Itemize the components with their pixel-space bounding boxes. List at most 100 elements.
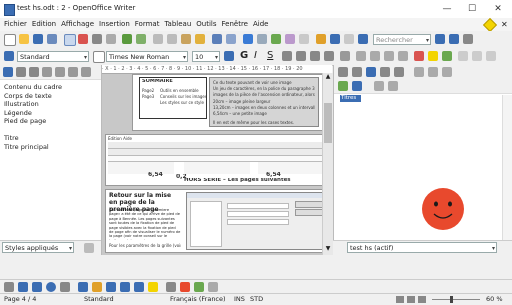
menu-item[interactable]: Outils	[196, 18, 216, 31]
new-style-icon[interactable]	[428, 67, 438, 77]
line-icon[interactable]	[18, 282, 28, 292]
warning-icon[interactable]	[482, 17, 498, 33]
paste-icon[interactable]	[181, 34, 191, 44]
extra-tool-2-icon[interactable]	[486, 51, 496, 61]
menu-item[interactable]: Tableau	[164, 18, 191, 31]
table-icon[interactable]	[257, 34, 267, 44]
justify-icon[interactable]	[324, 51, 334, 61]
style-type-4-icon[interactable]	[388, 81, 398, 91]
scroll-up-icon[interactable]: ▲	[324, 73, 332, 81]
styles-window-icon[interactable]	[4, 51, 14, 61]
points-icon[interactable]	[166, 282, 176, 292]
zoom-slider-handle[interactable]	[450, 296, 453, 303]
block-arrows-icon[interactable]	[106, 282, 116, 292]
menu-item[interactable]: Fenêtre	[222, 18, 248, 31]
extra-tool-icon[interactable]	[472, 51, 482, 61]
format-paintbrush-icon[interactable]	[195, 34, 205, 44]
search-input[interactable]: Rechercher ▾	[373, 34, 431, 45]
new-doc-icon[interactable]	[4, 34, 16, 46]
navigator-item[interactable]: Titre	[4, 134, 19, 142]
nav-heading-icon[interactable]	[68, 67, 78, 77]
navigator-item[interactable]: Titre principal	[4, 143, 49, 151]
style-type-3-icon[interactable]	[374, 81, 384, 91]
increase-indent-icon[interactable]	[398, 51, 408, 61]
export-pdf-icon[interactable]	[78, 34, 88, 44]
maximize-button[interactable]: ☐	[461, 2, 483, 16]
edit-file-icon[interactable]	[64, 34, 76, 46]
scroll-thumb[interactable]	[324, 103, 332, 143]
update-style-icon[interactable]	[442, 67, 452, 77]
rectangle-icon[interactable]	[32, 282, 42, 292]
menu-close-icon[interactable]: ✕	[501, 18, 508, 31]
list-styles-icon[interactable]	[394, 67, 404, 77]
close-button[interactable]: ✕	[487, 2, 509, 16]
style-type-2-icon[interactable]	[352, 81, 362, 91]
text-icon[interactable]	[60, 282, 70, 292]
minimize-button[interactable]: —	[436, 2, 458, 16]
align-center-icon[interactable]	[296, 51, 306, 61]
character-highlight-icon[interactable]	[428, 51, 438, 61]
decrease-indent-icon[interactable]	[384, 51, 394, 61]
help-icon[interactable]	[358, 34, 368, 44]
nav-up-icon[interactable]	[16, 67, 26, 77]
navigator-item[interactable]: Corps de texte	[4, 92, 52, 100]
document-selector[interactable]: test hs (actif) ▾	[347, 242, 497, 253]
frame-styles-icon[interactable]	[366, 67, 376, 77]
menu-item[interactable]: Format	[135, 18, 160, 31]
line-spacing-icon[interactable]	[340, 51, 350, 61]
navigator-item[interactable]: Contenu du cadre	[4, 83, 62, 91]
basic-shapes-icon[interactable]	[78, 282, 88, 292]
select-arrow-icon[interactable]	[4, 282, 14, 292]
nav-toggle-icon[interactable]	[3, 67, 13, 77]
document-scrollbar[interactable]: ▲ ▼	[322, 73, 333, 255]
find-replace-icon[interactable]	[316, 34, 326, 44]
print-preview-icon[interactable]	[106, 34, 116, 44]
menu-item[interactable]: Fichier	[4, 18, 27, 31]
find-next-icon[interactable]	[449, 34, 459, 44]
hyperlink-icon[interactable]	[243, 34, 253, 44]
nav-promote-icon[interactable]	[81, 67, 91, 77]
view-multi-icon[interactable]	[407, 296, 415, 303]
underline-button[interactable]: S	[267, 50, 273, 61]
stars-icon[interactable]	[148, 282, 158, 292]
align-right-icon[interactable]	[310, 51, 320, 61]
background-color-icon[interactable]	[442, 51, 452, 61]
symbol-shapes-icon[interactable]	[92, 282, 102, 292]
fontwork-icon[interactable]	[180, 282, 190, 292]
styles-panel-scrollbar[interactable]	[502, 95, 512, 255]
from-file-icon[interactable]	[194, 282, 204, 292]
page-styles-icon[interactable]	[380, 67, 390, 77]
navigator-icon[interactable]	[330, 34, 340, 44]
highlight-icon[interactable]	[414, 51, 424, 61]
navigator-item[interactable]: Légende	[4, 109, 32, 117]
copy-icon[interactable]	[167, 34, 177, 44]
redo-icon[interactable]	[226, 34, 236, 44]
font-name-select[interactable]: Times New Roman ▾	[106, 51, 188, 62]
style-type-icon[interactable]	[338, 81, 348, 91]
image-icon[interactable]	[271, 34, 281, 44]
scroll-down-icon[interactable]: ▼	[324, 245, 332, 253]
open-folder-icon[interactable]	[19, 34, 29, 44]
status-std[interactable]: STD	[250, 294, 263, 305]
show-draw-functions-icon[interactable]	[299, 34, 309, 44]
extrusion-icon[interactable]	[208, 282, 218, 292]
font-size-select[interactable]: 10 ▾	[192, 51, 220, 62]
view-book-icon[interactable]	[418, 296, 426, 303]
numbering-icon[interactable]	[356, 51, 366, 61]
font-color-icon[interactable]	[224, 51, 234, 61]
styles-filter-select[interactable]: Styles appliqués ▾	[2, 242, 74, 253]
spellcheck-icon[interactable]	[122, 34, 132, 44]
fill-format-icon[interactable]	[414, 67, 424, 77]
flowcharts-icon[interactable]	[120, 282, 130, 292]
bullets-icon[interactable]	[370, 51, 380, 61]
status-ins[interactable]: INS	[234, 294, 245, 305]
styles-options-icon[interactable]	[84, 243, 94, 253]
italic-button[interactable]: I	[254, 50, 257, 61]
chart-icon[interactable]	[285, 34, 295, 44]
status-zoom[interactable]: 60 %	[486, 294, 503, 305]
menu-item[interactable]: Insertion	[99, 18, 130, 31]
callouts-icon[interactable]	[134, 282, 144, 292]
nav-down-icon[interactable]	[29, 67, 39, 77]
formatting-marks-icon[interactable]	[344, 34, 354, 44]
print-icon[interactable]	[92, 34, 102, 44]
